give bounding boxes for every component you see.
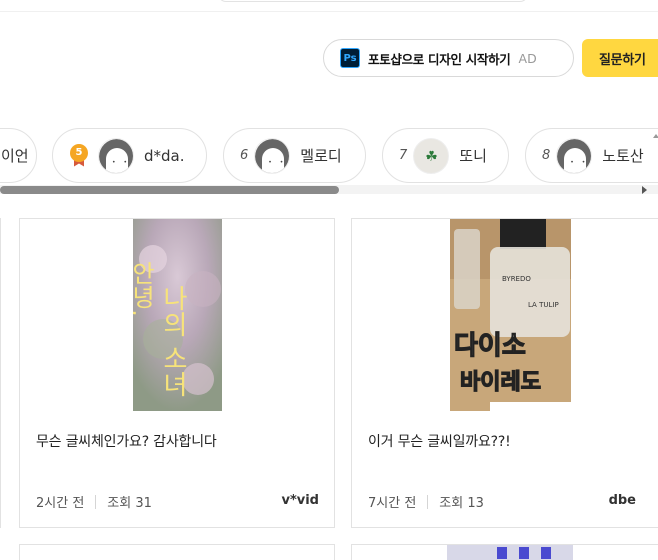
view-count: 조회 13 — [439, 496, 484, 511]
rank-chip-1[interactable]: 이언 — [0, 128, 37, 183]
svg-text:LA TULIP: LA TULIP — [528, 301, 559, 309]
scroll-up-arrow-icon[interactable] — [653, 134, 658, 138]
photoshop-ad-banner[interactable]: Ps 포토샵으로 디자인 시작하기 AD — [323, 39, 574, 77]
ad-tag: AD — [518, 50, 537, 66]
avatar: • • — [556, 137, 593, 174]
rank-name: 멜로디 — [300, 147, 342, 165]
card-partial[interactable] — [0, 218, 1, 528]
avatar: ☘ — [413, 137, 450, 174]
ask-question-button[interactable]: 질문하기 — [582, 39, 658, 77]
question-card[interactable]: 안녕, 나의 소녀 무슨 글씨체인가요? 감사합니다 2시간 전 조회 31 v… — [19, 218, 335, 528]
header-divider — [0, 11, 658, 12]
post-time: 2시간 전 — [36, 496, 85, 511]
card-meta: 7시간 전 조회 13 — [368, 492, 484, 511]
svg-text:나의 소녀: 나의 소녀 — [158, 285, 188, 397]
card-author[interactable]: dbe — [609, 493, 636, 508]
medal-icon: 5 — [70, 143, 88, 168]
rank-name: 이언 — [1, 147, 29, 165]
rank-name: 또니 — [459, 147, 487, 165]
question-card[interactable]: BYREDO LA TULIP 다이소 바이레도 이거 무슨 글씨일까요??! … — [351, 218, 658, 528]
card-title[interactable]: 이거 무슨 글씨일까요??! — [368, 431, 511, 451]
card-title[interactable]: 무슨 글씨체인가요? 감사합니다 — [36, 431, 217, 451]
card-author[interactable]: v*vid — [281, 493, 319, 508]
card-thumbnail: 안녕, 나의 소녀 — [133, 219, 222, 411]
rank-chip-5[interactable]: 5 • • d*da. — [52, 128, 207, 183]
svg-text:다이소: 다이소 — [454, 331, 526, 361]
ad-text: 포토샵으로 디자인 시작하기 — [368, 51, 511, 67]
rank-name: d*da. — [144, 146, 185, 165]
rank-chip-8[interactable]: 8 • • 노토산 — [525, 128, 658, 183]
svg-text:BYREDO: BYREDO — [502, 275, 531, 283]
photoshop-icon: Ps — [340, 48, 360, 68]
post-time: 7시간 전 — [368, 496, 417, 511]
rank-name: 노토산 — [602, 147, 644, 165]
scroll-right-arrow-icon[interactable] — [642, 186, 647, 194]
view-count: 조회 31 — [107, 496, 152, 511]
ranking-strip: 이언 5 • • d*da. 6 • • 멜로디 7 ☘ 또니 8 • • 노토… — [0, 128, 658, 186]
card-thumbnail — [447, 545, 573, 560]
scrollbar-thumb[interactable] — [0, 186, 339, 194]
avatar: • • — [254, 137, 291, 174]
avatar: • • — [98, 137, 134, 174]
clover-icon: ☘ — [425, 148, 438, 165]
question-card[interactable] — [351, 544, 658, 560]
rank-chip-7[interactable]: 7 ☘ 또니 — [382, 128, 509, 183]
question-card[interactable] — [19, 544, 335, 560]
search-bar[interactable] — [218, 0, 528, 2]
rank-number: 6 — [240, 148, 249, 163]
svg-text:바이레도: 바이레도 — [460, 370, 541, 395]
card-thumbnail: BYREDO LA TULIP 다이소 바이레도 — [450, 219, 571, 411]
card-meta: 2시간 전 조회 31 — [36, 492, 152, 511]
rank-chip-6[interactable]: 6 • • 멜로디 — [223, 128, 366, 183]
svg-text:안녕,: 안녕, — [133, 261, 155, 317]
rank-number: 7 — [399, 148, 408, 163]
rank-number: 8 — [542, 148, 551, 163]
